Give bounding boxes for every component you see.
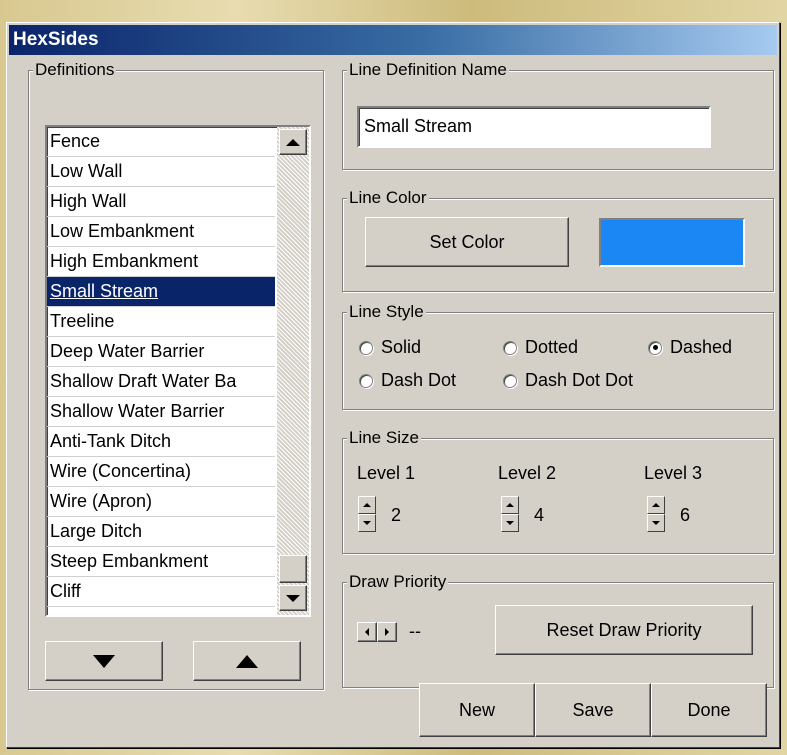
level-2-value: 4	[534, 505, 545, 525]
level-1-label: Level 1	[357, 463, 416, 483]
hexsides-dialog: HexSides Definitions Fence Low Wall High…	[6, 22, 780, 748]
spin-up-icon	[652, 503, 660, 507]
spin-up-icon	[363, 503, 371, 507]
scroll-thumb[interactable]	[279, 555, 307, 583]
list-item[interactable]: Wire (Apron)	[47, 487, 275, 517]
scroll-up-icon	[286, 138, 300, 146]
definitions-group-label: Definitions	[33, 60, 117, 80]
line-definition-name-label: Line Definition Name	[347, 60, 509, 80]
radio-dash-dot-dot[interactable]: Dash Dot Dot	[503, 370, 633, 391]
radio-dashed[interactable]: Dashed	[648, 337, 732, 358]
radio-dash-dot-label: Dash Dot	[381, 370, 457, 390]
draw-priority-group: Draw Priority -- Reset Draw Priority	[342, 572, 774, 688]
level-3-up-button[interactable]	[647, 496, 665, 514]
line-size-label: Line Size	[347, 428, 421, 448]
list-item[interactable]: Low Embankment	[47, 217, 275, 247]
radio-dash-dot-button[interactable]	[359, 373, 373, 388]
radio-solid-label: Solid	[381, 337, 422, 357]
radio-dash-dot[interactable]: Dash Dot	[359, 370, 456, 391]
line-color-label: Line Color	[347, 188, 429, 208]
level-3-value: 6	[680, 505, 691, 525]
radio-solid[interactable]: Solid	[359, 337, 421, 358]
list-item[interactable]: Large Ditch	[47, 517, 275, 547]
line-size-group: Line Size Level 1 2 Level 2 4 Level 3 6	[342, 428, 774, 554]
done-button[interactable]: Done	[651, 683, 767, 737]
new-button[interactable]: New	[419, 683, 535, 737]
radio-dash-dot-dot-button[interactable]	[503, 373, 517, 388]
radio-dashed-label: Dashed	[670, 337, 733, 357]
radio-dash-dot-dot-label: Dash Dot Dot	[525, 370, 634, 390]
left-arrow-icon	[365, 628, 369, 636]
radio-selected-dot	[652, 345, 658, 350]
move-up-icon	[236, 654, 258, 668]
reset-draw-priority-button[interactable]: Reset Draw Priority	[495, 605, 753, 655]
spin-up-icon	[506, 503, 514, 507]
level-1-value: 2	[391, 505, 402, 525]
list-item[interactable]: Cliff	[47, 577, 275, 607]
level-3-down-button[interactable]	[647, 514, 665, 532]
list-item[interactable]: High Embankment	[47, 247, 275, 277]
level-2-label: Level 2	[498, 463, 557, 483]
list-item[interactable]: High Wall	[47, 187, 275, 217]
radio-dashed-button[interactable]	[648, 340, 662, 355]
list-scrollbar[interactable]	[277, 127, 309, 615]
spin-down-icon	[652, 521, 660, 525]
spin-down-icon	[506, 521, 514, 525]
scroll-down-button[interactable]	[279, 585, 307, 611]
level-1-down-button[interactable]	[358, 514, 376, 532]
list-item-selected[interactable]: Small Stream	[47, 277, 275, 307]
list-item[interactable]: Shallow Draft Water Ba	[47, 367, 275, 397]
priority-left-button[interactable]	[357, 622, 377, 642]
line-definition-name-input[interactable]: Small Stream	[357, 106, 711, 148]
definitions-group: Definitions Fence Low Wall High Wall Low…	[28, 60, 324, 690]
level-3-spinner[interactable]	[647, 496, 665, 532]
list-item[interactable]: Deep Water Barrier	[47, 337, 275, 367]
draw-priority-spinner[interactable]	[357, 622, 397, 642]
set-color-button[interactable]: Set Color	[365, 217, 569, 267]
line-style-label: Line Style	[347, 302, 426, 322]
list-item[interactable]: Treeline	[47, 307, 275, 337]
draw-priority-value: --	[409, 621, 421, 641]
list-item[interactable]: Anti-Tank Ditch	[47, 427, 275, 457]
level-2-spinner[interactable]	[501, 496, 519, 532]
level-1-spinner[interactable]	[358, 496, 376, 532]
level-3-label: Level 3	[644, 463, 703, 483]
radio-dotted[interactable]: Dotted	[503, 337, 578, 358]
spin-down-icon	[363, 521, 371, 525]
move-down-icon	[93, 654, 115, 668]
line-definition-name-group: Line Definition Name Small Stream	[342, 60, 774, 170]
list-item[interactable]: Wire (Concertina)	[47, 457, 275, 487]
radio-dotted-label: Dotted	[525, 337, 579, 357]
list-item[interactable]: Shallow Water Barrier	[47, 397, 275, 427]
right-arrow-icon	[385, 628, 389, 636]
line-style-group: Line Style Solid Dotted Dashed Dash Dot …	[342, 302, 774, 410]
definitions-list[interactable]: Fence Low Wall High Wall Low Embankment …	[45, 125, 311, 617]
scroll-down-icon	[286, 594, 300, 602]
list-item[interactable]: Fence	[47, 127, 275, 157]
save-button[interactable]: Save	[535, 683, 651, 737]
scroll-up-button[interactable]	[279, 129, 307, 155]
level-2-down-button[interactable]	[501, 514, 519, 532]
title-bar: HexSides	[9, 25, 777, 55]
move-up-button[interactable]	[193, 641, 301, 681]
level-1-up-button[interactable]	[358, 496, 376, 514]
list-item[interactable]: Steep Embankment	[47, 547, 275, 577]
radio-solid-button[interactable]	[359, 340, 373, 355]
move-down-button[interactable]	[45, 641, 163, 681]
color-swatch	[599, 218, 745, 267]
line-definition-name-value: Small Stream	[364, 116, 473, 136]
list-item[interactable]: Low Wall	[47, 157, 275, 187]
radio-dotted-button[interactable]	[503, 340, 517, 355]
line-color-group: Line Color Set Color	[342, 188, 774, 292]
draw-priority-label: Draw Priority	[347, 572, 449, 592]
level-2-up-button[interactable]	[501, 496, 519, 514]
priority-right-button[interactable]	[377, 622, 397, 642]
